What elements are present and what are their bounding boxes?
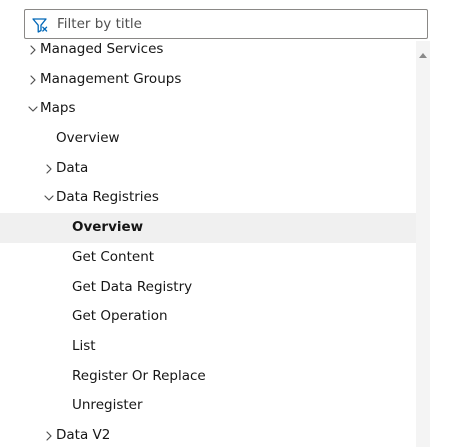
filter-box[interactable] [24, 9, 428, 39]
tree-item-unregister[interactable]: Unregister [0, 391, 416, 421]
tree-item-get-data-registry[interactable]: Get Data Registry [0, 273, 416, 303]
tree-item-label: Maps [40, 100, 76, 117]
tree-item-data-registries-overview[interactable]: Overview [0, 213, 416, 243]
tree-item-label: Management Groups [40, 70, 182, 87]
tree-item-label: Get Data Registry [72, 278, 193, 295]
tree-item-management-groups[interactable]: Management Groups [0, 65, 416, 95]
tree-item-label: Overview [56, 130, 120, 147]
tree-item-label: Data [56, 159, 89, 176]
tree-item-label: Get Operation [72, 308, 168, 325]
tree-item-data[interactable]: Data [0, 154, 416, 184]
tree-item-data-registries[interactable]: Data Registries [0, 183, 416, 213]
chevron-right-icon[interactable] [43, 421, 55, 447]
tree-item-label: Data Registries [56, 189, 159, 206]
tree-item-get-operation[interactable]: Get Operation [0, 302, 416, 332]
tree-item-list[interactable]: List [0, 332, 416, 362]
tree-item-label: Register Or Replace [72, 367, 206, 384]
tree-item-managed-services[interactable]: Managed Services [0, 41, 416, 65]
tree-item-register-or-replace[interactable]: Register Or Replace [0, 362, 416, 392]
chevron-right-icon[interactable] [27, 41, 39, 65]
chevron-down-icon[interactable] [43, 183, 55, 213]
tree-item-label: Get Content [72, 248, 155, 265]
tree-item-label: Unregister [72, 397, 143, 414]
chevron-right-icon[interactable] [43, 154, 55, 184]
scrollbar[interactable] [416, 41, 430, 447]
tree-item-label: Managed Services [40, 41, 164, 57]
tree-item-label: List [72, 337, 96, 354]
filter-input[interactable] [57, 10, 417, 38]
tree-item-maps-overview[interactable]: Overview [0, 124, 416, 154]
tree-item-label: Data V2 [56, 426, 111, 443]
chevron-right-icon[interactable] [27, 65, 39, 95]
tree-item-label: Overview [72, 219, 144, 236]
filter-icon [31, 16, 49, 34]
tree-item-get-content[interactable]: Get Content [0, 243, 416, 273]
tree-item-data-v2[interactable]: Data V2 [0, 421, 416, 447]
chevron-down-icon[interactable] [27, 94, 39, 124]
toc-tree: Managed Services Management Groups Maps Ove… [0, 41, 416, 447]
toc-tree-list: Managed Services Management Groups Maps Ove… [0, 41, 416, 447]
tree-item-maps[interactable]: Maps [0, 94, 416, 124]
scroll-up-arrow-icon[interactable] [419, 53, 427, 58]
